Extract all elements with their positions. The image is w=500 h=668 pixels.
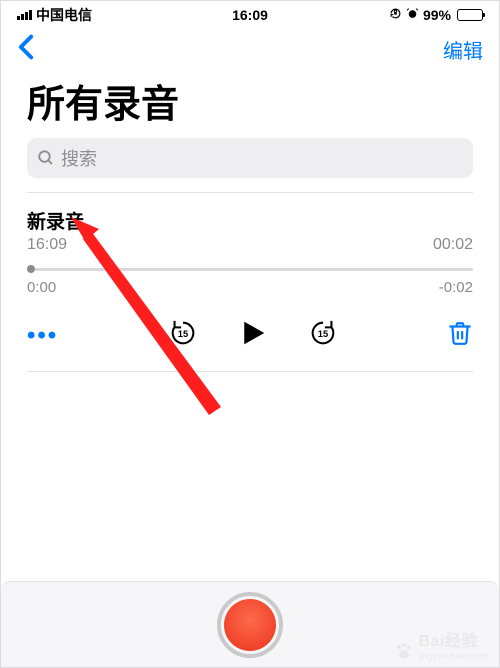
search-input[interactable]: 搜索 (27, 138, 473, 178)
forward-15-button[interactable]: 15 (308, 318, 338, 353)
battery-icon (457, 9, 483, 21)
playback-controls: ••• 15 15 (27, 318, 473, 371)
search-placeholder: 搜索 (61, 145, 97, 171)
search-wrap: 搜索 (1, 138, 499, 192)
recording-name: 新录音 (27, 207, 473, 234)
alarm-icon (406, 7, 419, 23)
status-bar: 中国电信 16:09 99% (1, 1, 499, 29)
record-button[interactable] (217, 592, 283, 658)
nav-bar: 编辑 (1, 29, 499, 69)
more-button[interactable]: ••• (27, 322, 58, 350)
play-button[interactable] (238, 318, 268, 353)
search-icon (37, 149, 55, 167)
watermark-sub: jingyan.baidu.com (418, 651, 491, 661)
recording-item[interactable]: 新录音 16:09 00:02 0:00 -0:02 ••• 15 15 (1, 193, 499, 371)
watermark-main: Bai经验 (418, 633, 477, 650)
signal-icon (17, 10, 32, 20)
carrier-label: 中国电信 (36, 5, 92, 25)
record-icon (224, 599, 276, 651)
svg-text:15: 15 (177, 329, 187, 339)
paw-icon (392, 641, 414, 661)
svg-text:15: 15 (317, 329, 327, 339)
scrubber-knob[interactable] (27, 265, 35, 273)
scrubber-track[interactable] (27, 268, 473, 271)
remaining-time: -0:02 (439, 279, 473, 296)
elapsed-time: 0:00 (27, 279, 56, 296)
recording-timestamp: 16:09 (27, 236, 67, 254)
edit-button[interactable]: 编辑 (443, 35, 483, 64)
page-title: 所有录音 (1, 69, 499, 138)
recording-duration: 00:02 (433, 236, 473, 254)
divider (27, 371, 473, 372)
watermark: Bai经验 jingyan.baidu.com (392, 627, 491, 661)
status-left: 中国电信 (17, 5, 92, 25)
back-button[interactable] (17, 34, 35, 65)
rewind-15-button[interactable]: 15 (168, 318, 198, 353)
battery-percent: 99% (423, 7, 451, 23)
status-right: 99% (389, 7, 483, 23)
orientation-lock-icon (389, 7, 402, 23)
status-time: 16:09 (232, 7, 268, 23)
delete-button[interactable] (447, 320, 473, 351)
